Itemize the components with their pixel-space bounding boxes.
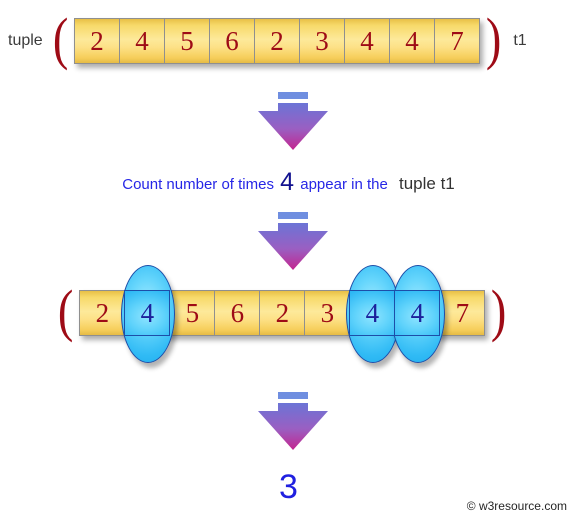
tuple-cell-highlighted: 4 <box>124 290 171 336</box>
caption-middle: appear in the <box>300 176 388 193</box>
down-arrow-icon-3 <box>256 392 330 458</box>
tuple-cell: 6 <box>214 290 261 336</box>
tuple-cell-highlighted: 4 <box>349 290 396 336</box>
tuple-cell: 5 <box>169 290 216 336</box>
caption-needle-value: 4 <box>280 168 295 196</box>
tuple-cell: 4 <box>344 18 391 64</box>
tuple-cell: 7 <box>439 290 486 336</box>
tuple-cell: 2 <box>79 290 126 336</box>
tuple-cell: 2 <box>259 290 306 336</box>
caption-prefix: Count number of times <box>122 176 274 193</box>
cell-strip-original: 245623447 <box>74 18 481 64</box>
tuple-cell: 4 <box>389 18 436 64</box>
down-arrow-icon-1 <box>256 92 330 158</box>
tuple-row-original: tuple ( 245623447 ) t1 <box>8 6 527 72</box>
open-paren-top: ( <box>52 6 69 72</box>
down-arrow-icon-2 <box>256 212 330 278</box>
tuple-cell: 2 <box>254 18 301 64</box>
tuple-name-label: t1 <box>513 32 527 49</box>
caption-text: Count number of times 4 appear in the tu… <box>0 168 577 197</box>
tuple-cell: 7 <box>434 18 481 64</box>
tuple-cell: 2 <box>74 18 121 64</box>
tuple-cell: 3 <box>299 18 346 64</box>
cell-strip-highlighted: 245623447 <box>79 265 486 363</box>
tuple-cell: 5 <box>164 18 211 64</box>
tuple-cell: 4 <box>119 18 166 64</box>
tuple-cell-highlighted: 4 <box>394 290 441 336</box>
tuple-cell: 6 <box>209 18 256 64</box>
close-paren-top: ) <box>485 6 502 72</box>
tuple-row-highlighted: ( 245623447 ) <box>56 265 509 363</box>
close-paren-bottom: ) <box>491 278 507 344</box>
tuple-label: tuple <box>8 32 43 49</box>
open-paren-bottom: ( <box>57 278 74 344</box>
tuple-cell: 3 <box>304 290 351 336</box>
watermark-credit: © w3resource.com <box>466 499 567 513</box>
caption-subject: tuple t1 <box>398 174 455 193</box>
